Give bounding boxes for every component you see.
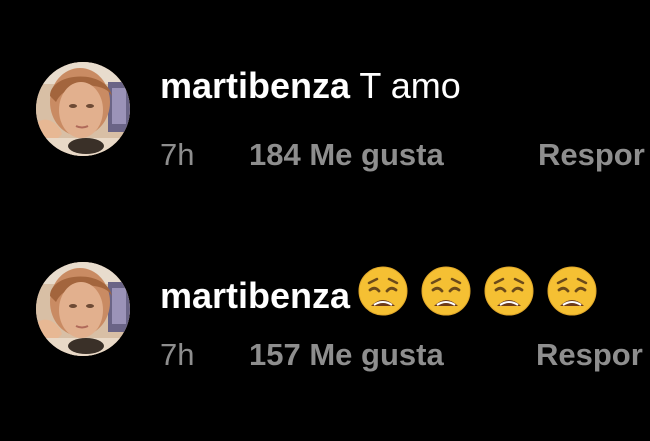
comment-time: 7h (160, 137, 195, 172)
comment-line: martibenza (160, 266, 610, 324)
weary-face-icon (421, 266, 471, 316)
comment-time: 7h (160, 337, 195, 372)
weary-face-icon (547, 266, 597, 316)
comment-item: martibenza T amo 7h 184 Me gusta Respor (0, 52, 650, 182)
avatar[interactable] (36, 262, 130, 356)
comment-likes[interactable]: 157 Me gusta (249, 338, 444, 372)
reply-button[interactable]: Respor (536, 338, 643, 372)
weary-face-icon (484, 266, 534, 316)
weary-face-icon (358, 266, 408, 316)
avatar-image (36, 262, 130, 356)
comment-emojis (358, 266, 610, 324)
comment-item: martibenza 7h 157 Me gusta Respor (0, 252, 650, 382)
comment-line: martibenza T amo (160, 66, 461, 106)
reply-button[interactable]: Respor (538, 138, 645, 172)
comment-likes[interactable]: 184 Me gusta (249, 138, 444, 172)
comment-text: T amo (359, 65, 461, 106)
comment-username[interactable]: martibenza (160, 275, 350, 316)
avatar[interactable] (36, 62, 130, 156)
comment-username[interactable]: martibenza (160, 65, 350, 106)
avatar-image (36, 62, 130, 156)
